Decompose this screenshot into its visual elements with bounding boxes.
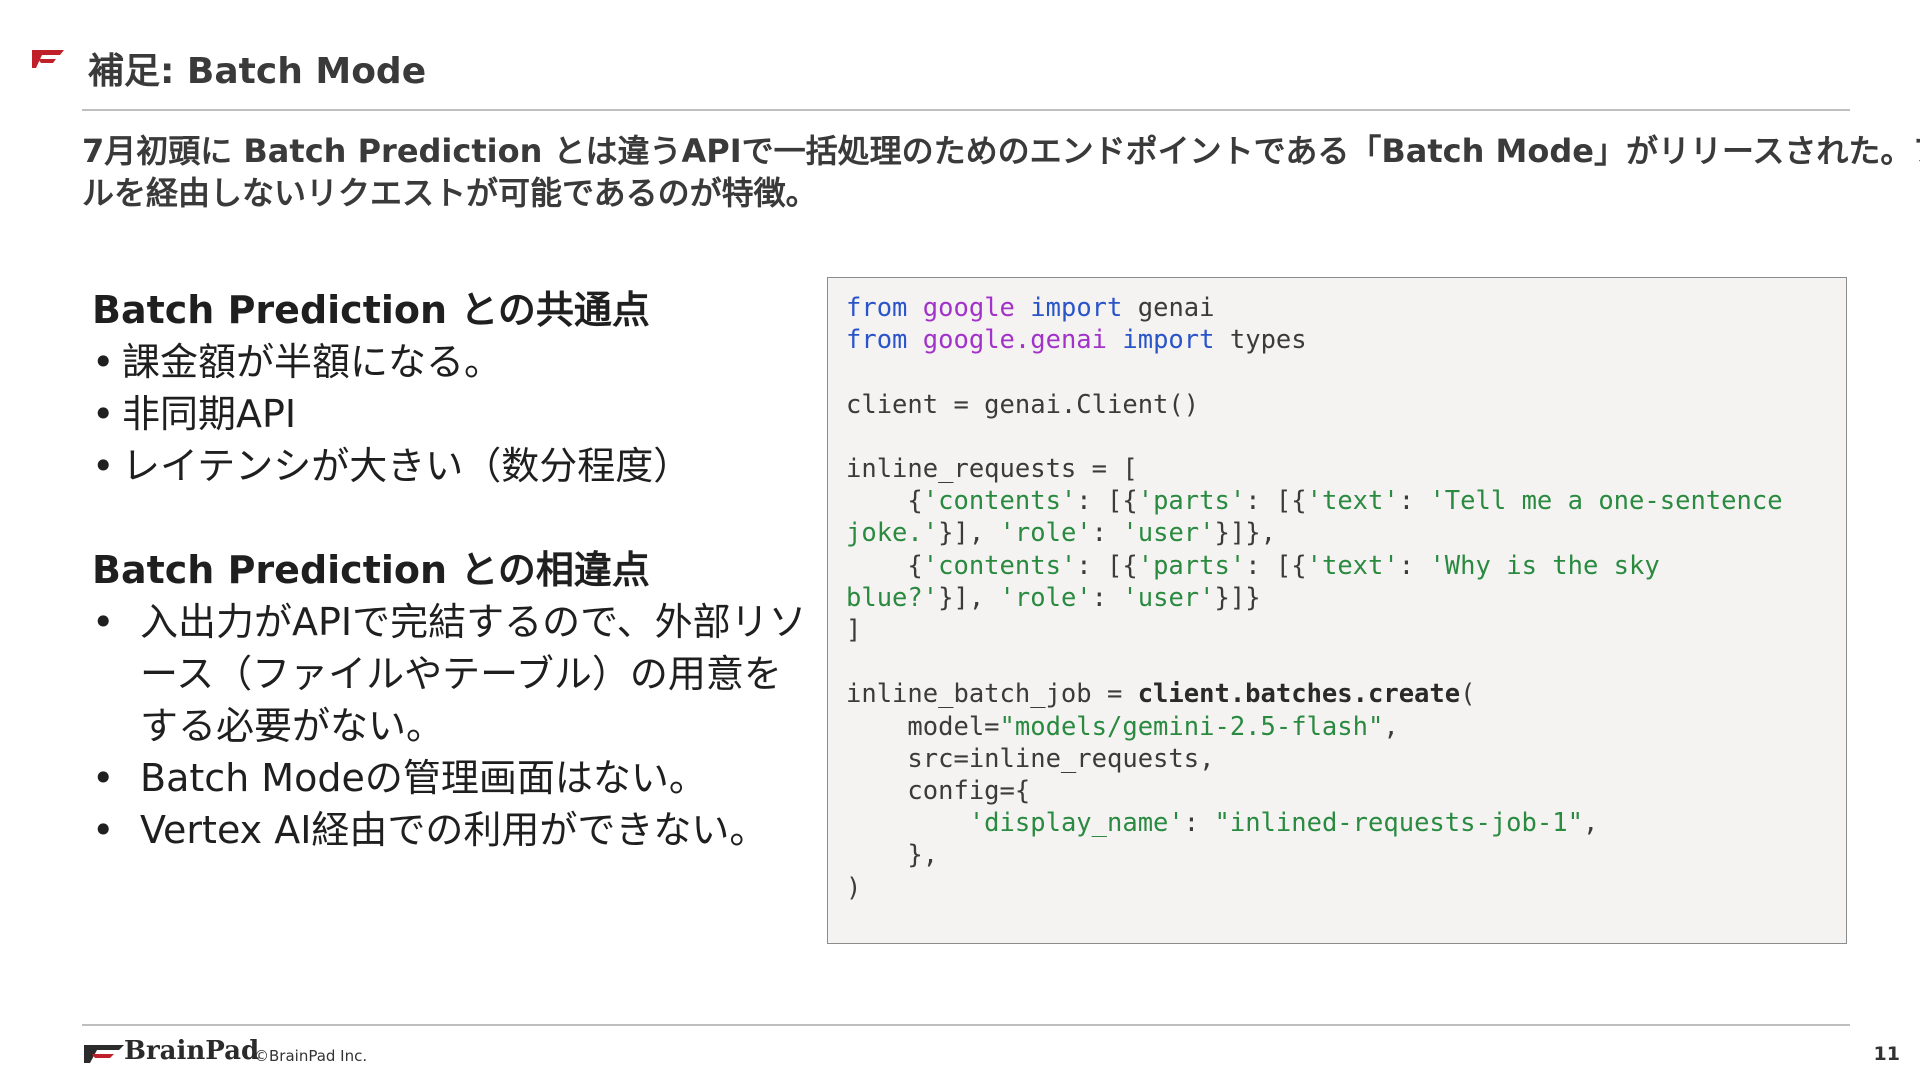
code-token: }]} [1214, 582, 1261, 613]
comparison-column: Batch Prediction との共通点 課金額が半額になる。 非同期API… [92, 284, 812, 856]
code-token: }], [938, 582, 1000, 613]
code-token: 'user' [1122, 518, 1215, 549]
code-token: }]}, [1214, 518, 1276, 549]
code-token: 'role' [999, 518, 1092, 549]
code-token: inline_batch_job = [846, 679, 1138, 710]
common-points-heading: Batch Prediction との共通点 [92, 288, 650, 332]
code-token: 'parts' [1137, 486, 1246, 517]
lead-line-2: ルを経由しないリクエストが可能であるのが特徴。 [82, 174, 818, 212]
code-token: { [846, 486, 923, 517]
code-line: ) [846, 872, 862, 903]
code-line: }, [846, 840, 939, 871]
code-token: 'user' [1122, 582, 1215, 613]
code-token: 'Why is the sky [1429, 550, 1660, 581]
code-token: 'Tell me a one-sentence [1429, 486, 1783, 517]
code-token: : [{ [1245, 486, 1307, 517]
footer-divider [82, 1024, 1850, 1026]
code-token: "models/gemini-2.5-flash" [999, 711, 1384, 742]
code-token: 'parts' [1137, 550, 1246, 581]
code-token: joke.' [846, 518, 939, 549]
code-token: 'text' [1306, 550, 1399, 581]
code-token: 'contents' [922, 486, 1077, 517]
lead-line-1: 7月初頭に Batch Prediction とは違うAPIで一括処理のためのエ… [82, 132, 1920, 170]
code-token: 'display_name' [968, 808, 1184, 839]
code-token: : [1091, 582, 1123, 613]
code-token: , [1582, 808, 1599, 839]
code-token: : [{ [1076, 486, 1138, 517]
common-point-item: 課金額が半額になる。 [92, 336, 812, 388]
code-token: import [1122, 325, 1215, 356]
code-token: types [1229, 325, 1307, 356]
footer-copyright: ©BrainPad Inc. [254, 1047, 368, 1065]
differences-list: 入出力がAPIで完結するので、外部リソース（ファイルやテーブル）の用意をする必要… [92, 596, 812, 856]
code-token: : [1183, 808, 1215, 839]
code-sample-block: from google import genai from google.gen… [827, 277, 1847, 944]
code-token: from [846, 293, 908, 323]
code-token: from [846, 325, 908, 356]
code-token: genai [1137, 293, 1215, 323]
code-listing: from google import genai from google.gen… [846, 292, 1828, 904]
code-token: { [846, 550, 923, 581]
code-line: client = genai.Client() [846, 389, 1200, 420]
code-token: ( [1460, 679, 1476, 710]
code-token: blue?' [846, 582, 939, 613]
code-line: inline_requests = [ [846, 454, 1138, 485]
code-token: : [1091, 518, 1123, 549]
difference-item: Vertex AI経由での利用ができない。 [92, 804, 812, 856]
difference-item: Batch Modeの管理画面はない。 [92, 752, 812, 804]
page-title: 補足: Batch Mode [88, 51, 427, 92]
code-token: : [1398, 486, 1430, 517]
header-divider [82, 109, 1850, 111]
code-token: import [1030, 293, 1123, 323]
brand-mark-icon [32, 50, 64, 68]
code-token: 'contents' [922, 550, 1077, 581]
difference-item: 入出力がAPIで完結するので、外部リソース（ファイルやテーブル）の用意をする必要… [92, 596, 812, 752]
code-token: "inlined-requests-job-1" [1214, 808, 1583, 839]
code-line: ] [846, 615, 862, 646]
code-line: src=inline_requests, [846, 743, 1215, 774]
code-line: config={ [846, 776, 1031, 807]
code-token: 'text' [1306, 486, 1399, 517]
code-token: : [{ [1245, 550, 1307, 581]
code-token: : [1398, 550, 1430, 581]
differences-heading: Batch Prediction との相違点 [92, 548, 650, 592]
common-point-item: レイテンシが大きい（数分程度） [92, 440, 812, 492]
code-token: : [{ [1076, 550, 1138, 581]
common-point-item: 非同期API [92, 388, 812, 440]
lead-paragraph: 7月初頭に Batch Prediction とは違うAPIで一括処理のためのエ… [82, 130, 1920, 214]
code-token: google [922, 293, 1015, 323]
brand-mark-icon [84, 1045, 124, 1063]
page-number: 11 [1873, 1043, 1900, 1065]
code-token: , [1383, 711, 1399, 742]
common-points-list: 課金額が半額になる。 非同期API レイテンシが大きい（数分程度） [92, 336, 812, 492]
code-token: client.batches.create [1137, 679, 1461, 710]
code-token: 'role' [999, 582, 1092, 613]
code-token: }], [938, 518, 1000, 549]
code-token: google.genai [922, 325, 1108, 356]
code-token: model= [846, 711, 1000, 742]
footer-brand-name: BrainPad [124, 1036, 260, 1066]
